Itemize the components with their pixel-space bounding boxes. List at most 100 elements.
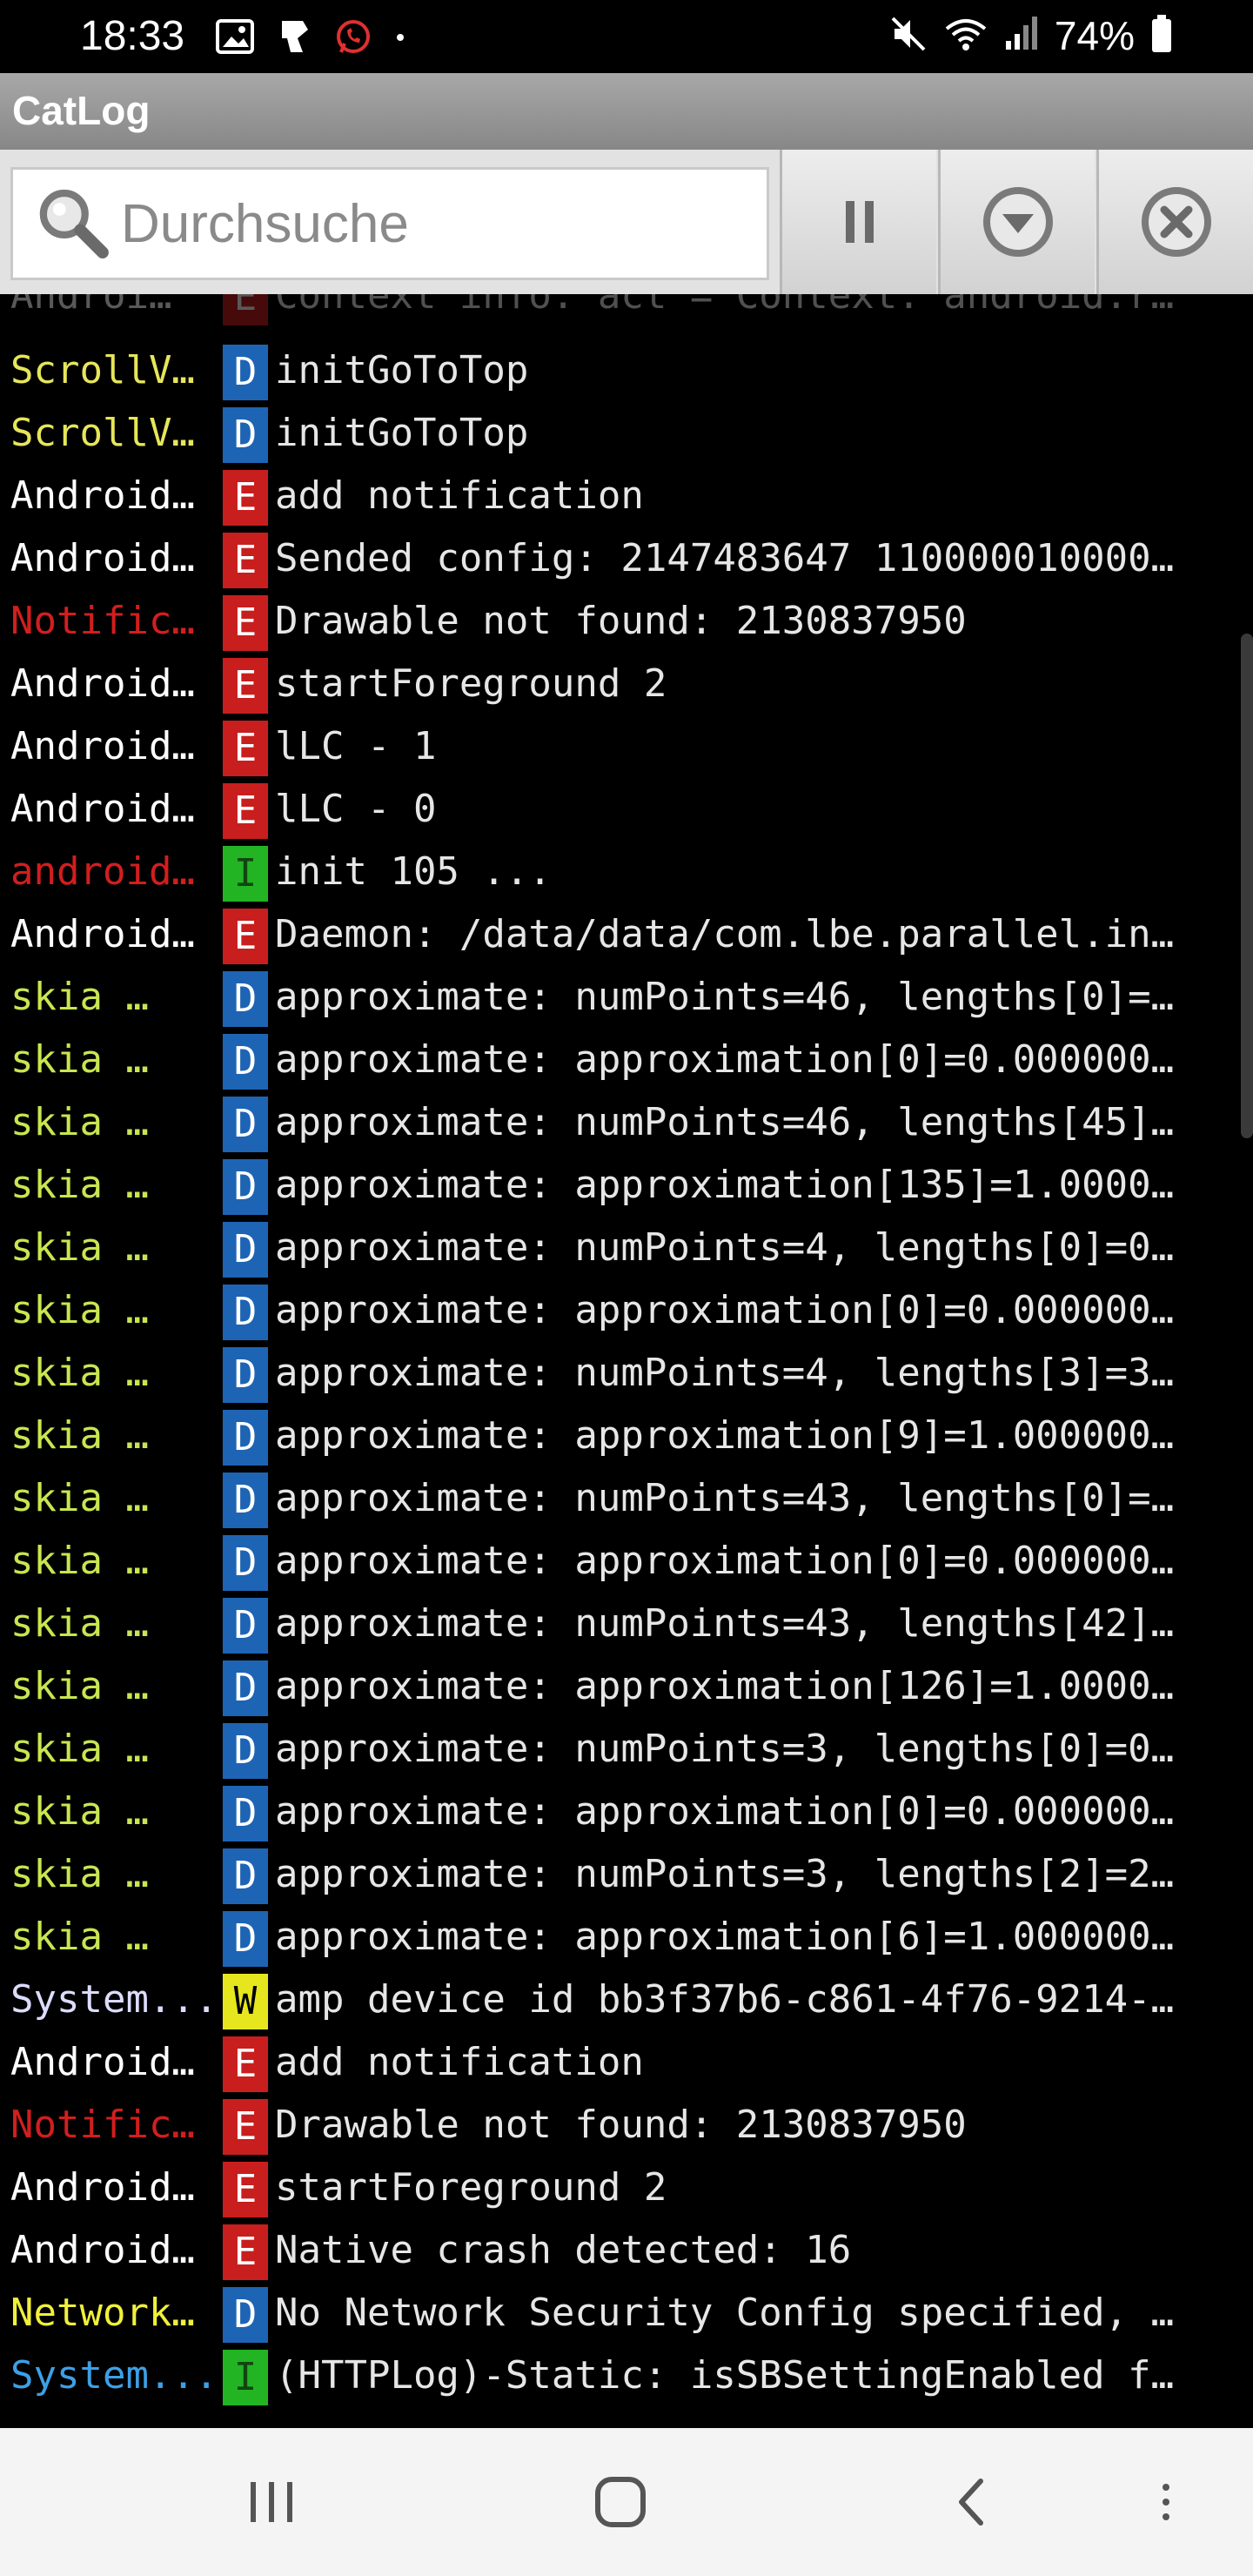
log-level-badge: E xyxy=(223,658,268,714)
log-message: Daemon: /data/data/com.lbe.parallel.in… xyxy=(275,912,1175,956)
log-message: approximate: numPoints=43, lengths[0]=… xyxy=(275,1476,1175,1520)
close-icon xyxy=(1141,187,1211,257)
log-level-badge: D xyxy=(223,1034,268,1090)
log-row[interactable]: Network… D No Network Security Config spec… xyxy=(0,2284,1253,2346)
scrollbar[interactable] xyxy=(1241,634,1253,1138)
log-row[interactable]: ScrollV… DinitGoToTop xyxy=(0,404,1253,466)
log-message: Drawable not found: 2130837950 xyxy=(275,2103,967,2147)
log-tag: Android… xyxy=(10,2040,195,2084)
log-level-badge: E xyxy=(223,294,268,325)
back-button[interactable] xyxy=(928,2463,1015,2541)
log-level-badge: E xyxy=(223,2099,268,2155)
log-message: startForeground 2 xyxy=(275,661,667,706)
log-level-badge: D xyxy=(223,1723,268,1779)
log-message: approximate: numPoints=4, lengths[0]=0… xyxy=(275,1225,1175,1270)
log-row[interactable]: skia … Dapproximate: approximation[0]=0.0… xyxy=(0,1281,1253,1344)
log-tag: Network… xyxy=(10,2291,195,2335)
search-icon xyxy=(39,189,109,259)
log-row[interactable]: Notific… E Drawable not found: 2130837950 xyxy=(0,2096,1253,2158)
log-message: init 105 ... xyxy=(275,849,552,894)
log-tag: skia … xyxy=(10,1163,149,1207)
log-row[interactable]: Android… ElLC - 0 xyxy=(0,780,1253,842)
log-tag: skia … xyxy=(10,1601,149,1646)
log-row[interactable]: skia … Dapproximate: numPoints=43, length… xyxy=(0,1469,1253,1532)
log-row[interactable]: Android… E Native crash detected: 16 xyxy=(0,2221,1253,2284)
log-row[interactable]: skia … Dapproximate: numPoints=43, length… xyxy=(0,1594,1253,1657)
log-level-badge: E xyxy=(223,595,268,651)
log-row-partial[interactable]: Androi… E Context info: act = Context: a… xyxy=(0,294,1253,329)
log-message: Native crash detected: 16 xyxy=(275,2228,852,2272)
log-row[interactable]: ScrollV… DinitGoToTop xyxy=(0,341,1253,404)
log-message: approximate: approximation[0]=0.000000… xyxy=(275,1789,1175,1834)
log-list[interactable]: Androi… E Context info: act = Context: a… xyxy=(0,294,1253,2428)
battery-icon xyxy=(1150,14,1173,57)
pause-button[interactable] xyxy=(780,150,936,294)
search-input[interactable] xyxy=(119,191,767,256)
log-row[interactable]: skia … Dapproximate: numPoints=4, lengths… xyxy=(0,1344,1253,1406)
log-message: approximate: approximation[0]=0.000000… xyxy=(275,1288,1175,1332)
log-row[interactable]: skia … Dapproximate: numPoints=46, length… xyxy=(0,1093,1253,1156)
log-row[interactable]: skia … Dapproximate: approximation[0]=0.0… xyxy=(0,1030,1253,1093)
wifi-icon xyxy=(943,15,988,57)
whatsapp-icon xyxy=(334,17,372,60)
log-row[interactable]: Android… ElLC - 1 xyxy=(0,717,1253,780)
toolbar xyxy=(0,150,1253,294)
log-tag: Android… xyxy=(10,912,195,956)
log-row[interactable]: Notific… E Drawable not found: 2130837950 xyxy=(0,592,1253,654)
log-tag: skia … xyxy=(10,1288,149,1332)
log-message: initGoToTop xyxy=(275,348,529,392)
log-row[interactable]: System... Wamp device id bb3f37b6-c861-4f… xyxy=(0,1970,1253,2033)
log-row[interactable]: skia … Dapproximate: approximation[9]=1.0… xyxy=(0,1406,1253,1469)
log-level-badge: D xyxy=(223,1097,268,1152)
log-row[interactable]: Android… Eadd notification xyxy=(0,466,1253,529)
battery-percent: 74% xyxy=(1054,13,1135,58)
log-tag: Android… xyxy=(10,661,195,706)
log-row[interactable]: skia … Dapproximate: numPoints=3, lengths… xyxy=(0,1845,1253,1908)
recents-button[interactable] xyxy=(228,2463,315,2541)
log-tag: skia … xyxy=(10,1727,149,1771)
log-row[interactable]: skia … Dapproximate: numPoints=46, length… xyxy=(0,968,1253,1030)
log-row[interactable]: skia … Dapproximate: approximation[6]=1.0… xyxy=(0,1908,1253,1970)
log-message: approximate: numPoints=3, lengths[0]=0… xyxy=(275,1727,1175,1771)
log-tag: skia … xyxy=(10,1476,149,1520)
title-bar: CatLog xyxy=(0,73,1253,150)
log-tag: skia … xyxy=(10,975,149,1019)
filter-button[interactable] xyxy=(938,150,1095,294)
log-rows: ScrollV… DinitGoToTop ScrollV… DinitGoToTop… xyxy=(0,341,1253,2409)
system-icons: 74% xyxy=(889,12,1173,59)
menu-button[interactable] xyxy=(1122,2463,1209,2541)
log-row[interactable]: skia … Dapproximate: approximation[0]=0.0… xyxy=(0,1782,1253,1845)
clear-button[interactable] xyxy=(1096,150,1253,294)
log-tag: skia … xyxy=(10,1539,149,1583)
log-level-badge: I xyxy=(223,2350,268,2405)
log-message: approximate: approximation[6]=1.000000… xyxy=(275,1915,1175,1959)
log-row[interactable]: Android… Eadd notification xyxy=(0,2033,1253,2096)
home-button[interactable] xyxy=(577,2463,664,2541)
log-tag: skia … xyxy=(10,1351,149,1395)
log-tag: Android… xyxy=(10,724,195,768)
log-row[interactable]: skia … Dapproximate: approximation[126]=1… xyxy=(0,1657,1253,1720)
log-row[interactable]: Android… E Daemon: /data/data/com.lbe.para… xyxy=(0,905,1253,968)
log-level-badge: E xyxy=(223,909,268,964)
log-row[interactable]: Android… EstartForeground 2 xyxy=(0,654,1253,717)
log-tag: skia … xyxy=(10,1225,149,1270)
log-row[interactable]: skia … Dapproximate: approximation[135]=1… xyxy=(0,1156,1253,1218)
log-message: startForeground 2 xyxy=(275,2165,667,2210)
log-row[interactable]: Android… EstartForeground 2 xyxy=(0,2158,1253,2221)
log-message: approximate: numPoints=43, lengths[42]… xyxy=(275,1601,1175,1646)
log-tag: Android… xyxy=(10,473,195,518)
log-tag: ScrollV… xyxy=(10,411,195,455)
log-row[interactable]: Android… E Sended config: 2147483647 11000… xyxy=(0,529,1253,592)
log-row[interactable]: System... I (HTTPLog)-Static: isSBSettingE… xyxy=(0,2346,1253,2409)
app-icon xyxy=(277,17,312,60)
log-row[interactable]: android… Iinit 105 ... xyxy=(0,842,1253,905)
log-row[interactable]: skia … Dapproximate: approximation[0]=0.0… xyxy=(0,1532,1253,1594)
log-tag: Androi… xyxy=(10,294,172,318)
log-level-badge: E xyxy=(223,2224,268,2280)
log-row[interactable]: skia … Dapproximate: numPoints=3, lengths… xyxy=(0,1720,1253,1782)
log-level-badge: D xyxy=(223,2287,268,2343)
log-message: (HTTPLog)-Static: isSBSettingEnabled f… xyxy=(275,2353,1175,2398)
log-message: approximate: numPoints=3, lengths[2]=2… xyxy=(275,1852,1175,1896)
log-row[interactable]: skia … Dapproximate: numPoints=4, lengths… xyxy=(0,1218,1253,1281)
search-box[interactable] xyxy=(10,167,769,280)
